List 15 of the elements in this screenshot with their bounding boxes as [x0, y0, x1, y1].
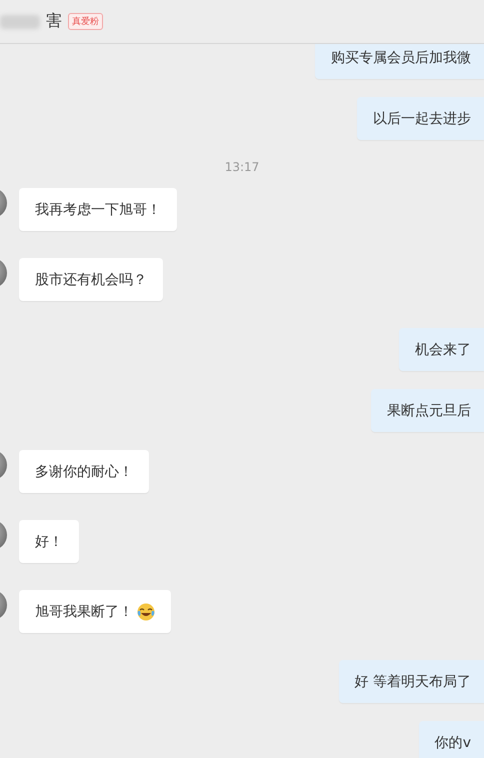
message-bubble: 多谢你的耐心！	[19, 450, 149, 493]
message-bubble: 机会来了	[399, 328, 484, 371]
timestamp: 13:17	[224, 160, 260, 174]
message-bubble: 股市还有机会吗？	[19, 258, 163, 301]
message-bubble: 好 等着明天布局了	[338, 660, 484, 703]
message-bubble: 以后一起去进步	[357, 97, 484, 140]
message-bubble: 我再考虑一下旭哥！	[19, 188, 177, 231]
message-bubble: 好！	[19, 520, 79, 563]
laughing-emoji-icon	[137, 602, 155, 620]
message-bubble: 购买专属会员后加我微	[315, 44, 484, 79]
message-bubble: 果断点元旦后	[371, 389, 484, 432]
contact-name: 害	[46, 11, 62, 32]
message-bubble: 你的v	[418, 721, 484, 758]
fan-badge: 真爱粉	[68, 13, 103, 30]
message-bubble: 旭哥我果断了！	[19, 590, 171, 633]
